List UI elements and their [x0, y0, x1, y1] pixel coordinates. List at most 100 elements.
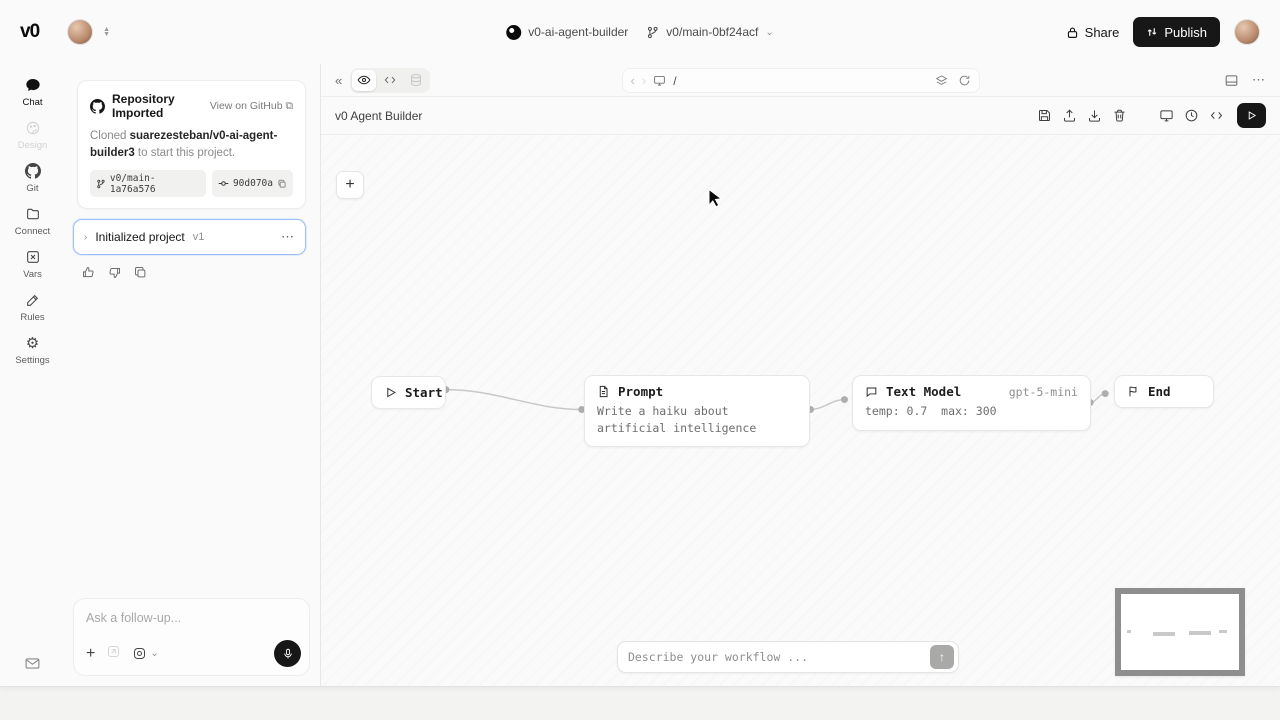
- history-clock-icon[interactable]: [1184, 108, 1199, 123]
- github-icon: [90, 99, 105, 114]
- repository-imported-card: Repository Imported View on GitHub ⧉ Clo…: [77, 80, 306, 209]
- node-text-model[interactable]: Text Model gpt-5-mini temp: 0.7 max: 300: [852, 375, 1091, 431]
- model-name-badge: gpt-5-mini: [983, 385, 1078, 399]
- node-start[interactable]: Start: [371, 376, 446, 409]
- version-title: Initialized project: [95, 230, 184, 244]
- flag-icon: [1127, 385, 1140, 398]
- sidebar-item-settings[interactable]: ⚙ Settings: [5, 334, 61, 366]
- canvas-minimap[interactable]: [1115, 588, 1245, 676]
- toolbar-left: «: [335, 68, 430, 93]
- browser-window-icon[interactable]: [1224, 73, 1239, 88]
- sidebar-label-chat: Chat: [22, 97, 42, 108]
- sidebar-item-design[interactable]: Design: [5, 119, 61, 151]
- rules-icon: [25, 291, 41, 309]
- preview-pane: « ‹ › /: [320, 64, 1280, 686]
- node-prompt[interactable]: Prompt Write a haiku about artificial in…: [584, 375, 810, 447]
- node-end[interactable]: End: [1114, 375, 1214, 408]
- collapse-panel-button[interactable]: «: [335, 73, 342, 88]
- view-on-github-link[interactable]: View on GitHub ⧉: [210, 100, 293, 113]
- sidebar-item-rules[interactable]: Rules: [5, 291, 61, 323]
- database-view-button[interactable]: [404, 70, 428, 91]
- layers-icon[interactable]: [935, 74, 948, 87]
- download-icon[interactable]: [1087, 108, 1102, 123]
- model-icon: [132, 646, 147, 661]
- commit-badge-label: 90d070a: [233, 178, 273, 189]
- publish-button[interactable]: Publish: [1133, 17, 1220, 47]
- copy-icon[interactable]: [133, 265, 148, 285]
- more-options-button[interactable]: ⋯: [1252, 72, 1266, 88]
- sidebar-label-vars: Vars: [23, 269, 42, 280]
- address-path: /: [673, 74, 676, 88]
- publish-icon: [1146, 26, 1158, 38]
- version-row-initialized-project[interactable]: › Initialized project v1 ⋯: [73, 219, 306, 255]
- branch-icon: [96, 179, 106, 189]
- code-icon: [383, 73, 397, 87]
- preview-eye-button[interactable]: [352, 70, 376, 91]
- fork-icon[interactable]: [106, 644, 121, 664]
- chevron-right-icon: ›: [84, 232, 87, 243]
- mouse-cursor: [705, 188, 725, 210]
- code-icon[interactable]: [1209, 108, 1224, 123]
- repo-badges: v0/main-1a76a576 90d070a: [90, 170, 293, 197]
- address-actions: [935, 74, 971, 87]
- play-icon: [384, 386, 397, 399]
- branch-icon: [646, 26, 659, 39]
- chat-composer: + ⌄: [73, 598, 310, 676]
- add-node-button[interactable]: +: [336, 171, 364, 199]
- monitor-icon[interactable]: [1159, 108, 1174, 123]
- attach-plus-button[interactable]: +: [86, 646, 95, 662]
- version-menu-button[interactable]: ⋯: [281, 229, 295, 245]
- minimap-node-mark: [1189, 631, 1211, 635]
- refresh-icon[interactable]: [958, 74, 971, 87]
- workspace-switcher-icon[interactable]: ▲▼: [103, 27, 110, 37]
- sidebar-label-rules: Rules: [20, 312, 44, 323]
- user-avatar[interactable]: [1234, 19, 1260, 45]
- chat-panel: Repository Imported View on GitHub ⧉ Clo…: [65, 64, 320, 686]
- branch-badge[interactable]: v0/main-1a76a576: [90, 170, 206, 197]
- upload-icon[interactable]: [1062, 108, 1077, 123]
- node-body: Write a haiku about artificial intellige…: [585, 403, 809, 446]
- chevron-down-icon: ⌄: [150, 648, 158, 659]
- project-crumb[interactable]: v0-ai-agent-builder: [506, 25, 628, 40]
- play-icon: [1246, 110, 1257, 121]
- screen-icon: [653, 74, 666, 87]
- mic-icon: [282, 648, 294, 660]
- sidebar-item-git[interactable]: Git: [5, 162, 61, 194]
- sidebar-item-vars[interactable]: Vars: [5, 248, 61, 280]
- workflow-send-button[interactable]: ↑: [930, 645, 954, 669]
- sidebar-item-connect[interactable]: Connect: [5, 205, 61, 237]
- commit-icon: [218, 178, 229, 189]
- nav-back-button[interactable]: ‹: [631, 73, 635, 88]
- nav-forward-button[interactable]: ›: [642, 73, 646, 88]
- header-breadcrumb: v0-ai-agent-builder v0/main-0bf24acf ⌄: [506, 0, 774, 64]
- thumbs-up-icon[interactable]: [81, 265, 96, 285]
- branch-crumb[interactable]: v0/main-0bf24acf ⌄: [646, 25, 773, 39]
- feedback-mail-icon[interactable]: [0, 655, 65, 672]
- thumbs-down-icon[interactable]: [107, 265, 122, 285]
- sidebar-label-settings: Settings: [15, 355, 49, 366]
- workflow-input[interactable]: [618, 650, 930, 664]
- trash-icon[interactable]: [1112, 108, 1127, 123]
- share-button[interactable]: Share: [1066, 25, 1120, 40]
- chat-input[interactable]: [86, 611, 297, 625]
- sidebar-item-chat[interactable]: Chat: [5, 76, 61, 108]
- address-bar[interactable]: ‹ › /: [622, 68, 980, 93]
- speech-bubble-icon: [865, 385, 878, 398]
- run-workflow-button[interactable]: [1237, 103, 1266, 128]
- copy-icon[interactable]: [277, 179, 287, 189]
- commit-badge[interactable]: 90d070a: [212, 170, 293, 197]
- save-icon[interactable]: [1037, 108, 1052, 123]
- workspace-avatar[interactable]: [67, 19, 93, 45]
- minimap-node-mark: [1127, 630, 1131, 633]
- workflow-composer: ↑: [617, 641, 959, 673]
- eye-icon: [357, 73, 371, 87]
- v0-logo[interactable]: v0: [20, 21, 39, 43]
- node-title: Prompt: [618, 384, 663, 399]
- microphone-button[interactable]: [274, 640, 301, 667]
- workflow-canvas[interactable]: + Start: [321, 135, 1280, 686]
- node-title: Text Model: [886, 384, 961, 399]
- code-view-button[interactable]: [378, 70, 402, 91]
- preview-toolbar: « ‹ › /: [321, 64, 1280, 97]
- model-select-button[interactable]: ⌄: [132, 646, 158, 661]
- main-row: Chat Design Git Connect Vars Rules: [0, 64, 1280, 686]
